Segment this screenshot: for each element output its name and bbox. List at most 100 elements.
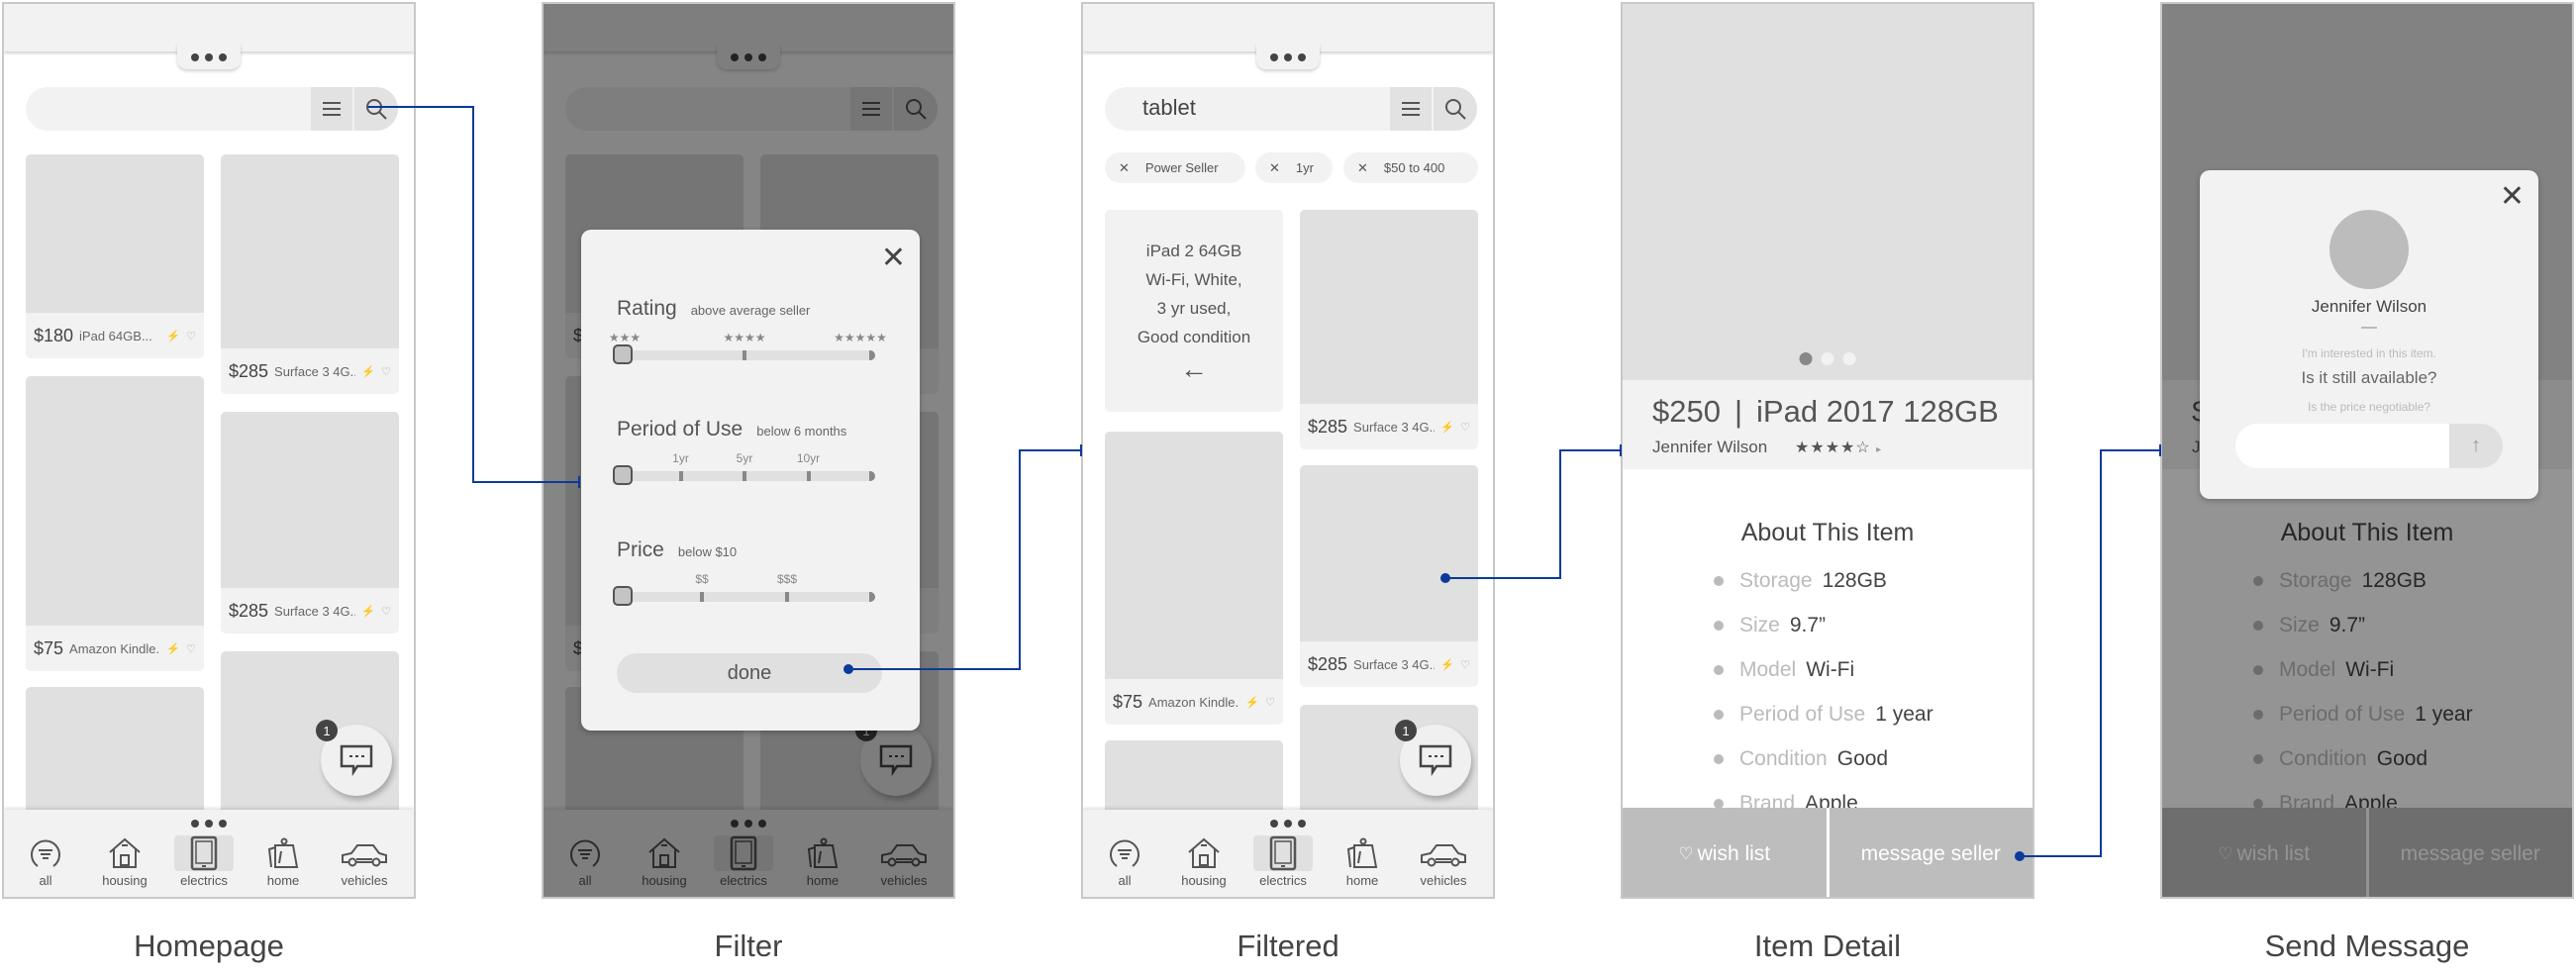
search-button[interactable] <box>1434 87 1477 131</box>
photo-carousel-indicator[interactable] <box>1799 352 1856 365</box>
wishlist-button[interactable]: ♡ wish list <box>1623 808 1827 897</box>
product-image <box>1300 465 1478 641</box>
more-dots-icon[interactable] <box>1270 820 1306 828</box>
message-seller-button[interactable]: message seller <box>1826 808 2033 897</box>
filter-chip[interactable]: ✕ 1yr <box>1255 152 1333 183</box>
message-field[interactable]: ↑ <box>2235 424 2503 468</box>
seller-rating[interactable]: ★★★★☆ ▸ <box>1795 438 1882 457</box>
category-label: housing <box>1181 873 1227 888</box>
category-tab-home[interactable]: home <box>1333 835 1392 888</box>
filter-screen: $180 ♡ $75 1 allhousingelectricshomevehi… <box>542 2 955 899</box>
spec-list: Storage 128GB Size 9.7” Model Wi-Fi Period of … <box>1714 558 1933 826</box>
chat-badge: 1 <box>316 720 338 741</box>
lightning-icon: ⚡ <box>1440 658 1455 671</box>
remove-chip-icon[interactable]: ✕ <box>1269 160 1280 176</box>
chip-label: 1yr <box>1295 160 1314 175</box>
menu-icon <box>323 102 341 116</box>
search-button[interactable] <box>354 87 398 131</box>
slider-handle[interactable] <box>613 344 633 364</box>
top-notch[interactable] <box>1256 44 1320 69</box>
product-card[interactable]: $180 iPad 64GB... ⚡ ♡ <box>26 154 204 358</box>
heart-icon[interactable]: ♡ <box>1460 658 1470 671</box>
heart-icon[interactable]: ♡ <box>381 605 391 618</box>
done-button[interactable]: done <box>617 653 882 693</box>
more-dots-icon[interactable] <box>191 820 227 828</box>
search-bar[interactable]: tablet <box>1105 87 1477 131</box>
slider-handle[interactable] <box>613 465 633 485</box>
remove-chip-icon[interactable]: ✕ <box>1119 160 1130 176</box>
product-card[interactable]: $285 Surface 3 4G... ⚡ ♡ <box>1300 465 1478 687</box>
product-image <box>26 376 204 626</box>
quick-reply-option[interactable]: I'm interested in this item. <box>2200 346 2538 360</box>
heart-icon[interactable]: ♡ <box>1265 696 1275 709</box>
rating-slider[interactable]: ★★★ ★★★★ ★★★★★ <box>609 331 887 364</box>
filter-menu-button[interactable] <box>1390 87 1434 131</box>
close-icon[interactable]: ✕ <box>2500 182 2525 212</box>
slider-tick-label: 10yr <box>796 451 821 465</box>
product-card[interactable]: $75 Amazon Kindle... ⚡ ♡ <box>1105 432 1283 725</box>
filter-chip[interactable]: ✕ $50 to 400 <box>1343 152 1478 183</box>
top-notch[interactable] <box>177 44 241 69</box>
category-tab-home[interactable]: home <box>253 835 313 888</box>
product-price: $180 <box>34 325 74 345</box>
carousel-dot[interactable] <box>1799 352 1813 365</box>
divider <box>2361 327 2377 329</box>
product-preview-card[interactable]: iPad 2 64GB Wi-Fi, White, 3 yr used, Goo… <box>1105 210 1283 412</box>
house-icon <box>95 835 154 871</box>
price-slider[interactable]: $$ $$$ <box>613 572 875 606</box>
message-input[interactable] <box>2235 424 2463 468</box>
send-button[interactable]: ↑ <box>2449 424 2503 468</box>
heart-icon[interactable]: ♡ <box>1460 421 1470 434</box>
category-tab-electrics[interactable]: electrics <box>174 835 234 888</box>
seller-name: Jennifer Wilson <box>2311 297 2427 316</box>
category-tab-housing[interactable]: housing <box>1174 835 1234 888</box>
product-price: $285 <box>1308 653 1348 674</box>
homepage-screen: $180 iPad 64GB... ⚡ ♡ $285 Surface 3 4G... ⚡ ♡… <box>2 2 416 899</box>
product-title: Surface 3 4G... <box>1353 656 1436 672</box>
car-icon <box>1414 835 1473 871</box>
more-dots-icon <box>191 53 227 61</box>
filter-menu-button[interactable] <box>311 87 354 131</box>
product-card[interactable]: $285 Surface 3 4G... ⚡ ♡ <box>221 154 399 394</box>
remove-chip-icon[interactable]: ✕ <box>1357 160 1368 176</box>
arrow-left-icon[interactable]: ← <box>1180 353 1208 385</box>
heart-icon[interactable]: ♡ <box>381 365 391 378</box>
category-tab-housing[interactable]: housing <box>95 835 154 888</box>
category-tab-electrics[interactable]: electrics <box>1253 835 1313 888</box>
category-tab-vehicles[interactable]: vehicles <box>335 835 394 888</box>
category-tab-all[interactable]: all <box>1095 835 1154 888</box>
chat-badge: 1 <box>1395 720 1417 741</box>
product-card[interactable] <box>26 687 204 826</box>
carousel-dot[interactable] <box>1821 352 1834 365</box>
preview-line: iPad 2 64GB <box>1145 242 1242 260</box>
category-label: electrics <box>1259 873 1307 888</box>
slider-tick-label: $$$ <box>776 572 798 586</box>
category-tab-vehicles[interactable]: vehicles <box>1414 835 1473 888</box>
product-card[interactable]: $75 Amazon Kindle... ⚡ ♡ <box>26 376 204 671</box>
chip-label: $50 to 400 <box>1383 160 1445 175</box>
category-tab-all[interactable]: all <box>16 835 75 888</box>
search-icon <box>366 99 387 120</box>
quick-reply-option[interactable]: Is the price negotiable? <box>2200 400 2538 414</box>
period-label: Period of Use <box>617 418 743 440</box>
heart-icon[interactable]: ♡ <box>186 330 196 342</box>
bullet <box>1714 709 1724 720</box>
product-title: Amazon Kindle... <box>1148 694 1240 710</box>
seller-name[interactable]: Jennifer Wilson <box>1652 438 1767 457</box>
slider-handle[interactable] <box>613 586 633 606</box>
product-card[interactable]: $285 Surface 3 4G... ⚡ ♡ <box>1300 210 1478 449</box>
quick-reply-selected[interactable]: Is it still available? <box>2200 368 2538 388</box>
item-title-bar: $250 | iPad 2017 128GB Jennifer Wilson ★★★… <box>1623 380 2032 469</box>
lightning-icon: ⚡ <box>361 365 376 378</box>
product-photo[interactable] <box>1623 4 2032 380</box>
product-card[interactable]: $285 Surface 3 4G... ⚡ ♡ <box>221 412 399 634</box>
search-bar[interactable] <box>26 87 398 131</box>
heart-icon[interactable]: ♡ <box>186 642 196 655</box>
close-icon[interactable]: ✕ <box>881 244 906 273</box>
period-slider[interactable]: 1yr 5yr 10yr <box>613 451 875 485</box>
product-image <box>221 412 399 588</box>
spec-value: Wi-Fi <box>1806 657 1855 681</box>
carousel-dot[interactable] <box>1842 352 1856 365</box>
filter-chip[interactable]: ✕ Power Seller <box>1105 152 1245 183</box>
search-input[interactable]: tablet <box>1142 95 1196 121</box>
